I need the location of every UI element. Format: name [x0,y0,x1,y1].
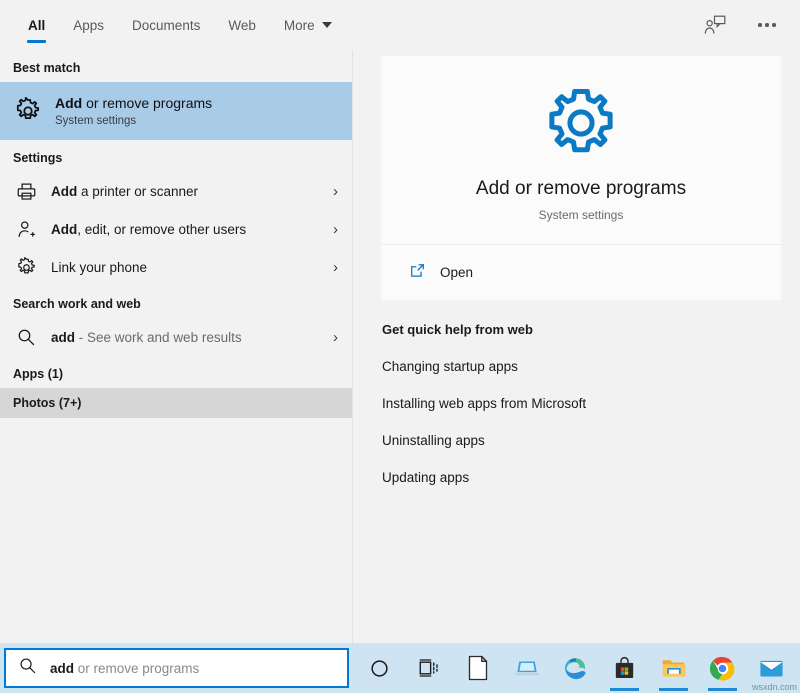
quick-help-title: Get quick help from web [381,322,781,337]
tab-documents[interactable]: Documents [118,0,214,50]
file-explorer-icon[interactable] [649,643,698,693]
result-item-title: Add or remove programs [55,95,212,113]
result-item-add-or-remove-programs[interactable]: Add or remove programs System settings [0,82,352,140]
match-text: Add [51,222,77,237]
taskbar-items [355,643,796,693]
taskbar: add or remove programs [0,643,800,693]
tab-web-label: Web [228,18,256,33]
result-item-label: Add, edit, or remove other users [51,222,246,237]
tab-apps[interactable]: Apps [59,0,118,50]
edge-icon[interactable] [551,643,600,693]
chevron-right-icon[interactable]: › [333,330,342,345]
chrome-icon[interactable] [698,643,747,693]
result-item-add-edit-remove-users[interactable]: Add, edit, or remove other users › [0,210,352,248]
preview-card: Add or remove programs System settings O… [381,56,781,300]
match-text: add [51,330,75,345]
search-tabs: All Apps Documents Web More [0,0,346,50]
open-button[interactable]: Open [381,245,781,300]
gear-icon [13,254,39,280]
chevron-down-icon [322,22,332,28]
chevron-right-icon[interactable]: › [333,184,342,199]
ellipsis-icon[interactable] [752,10,782,40]
chevron-right-icon[interactable]: › [333,260,342,275]
search-results-window: All Apps Documents Web More [0,0,800,693]
result-item-add-printer-or-scanner[interactable]: Add a printer or scanner › [0,172,352,210]
group-label-photos[interactable]: Photos (7+) [0,388,352,418]
result-item-text: Add or remove programs System settings [55,95,212,127]
search-input[interactable]: add or remove programs [4,648,349,688]
tab-more[interactable]: More [270,0,346,50]
result-item-title-rest: or remove programs [82,95,212,111]
results-pane: Best match Add or remove programs System… [0,50,353,643]
match-text: Add [51,184,77,199]
search-icon [13,324,39,350]
group-label-settings: Settings [0,140,352,172]
group-label-search-work-and-web: Search work and web [0,286,352,318]
search-typed-text: add [50,661,74,676]
help-link-installing-web-apps[interactable]: Installing web apps from Microsoft [381,396,781,411]
tab-more-label: More [284,18,315,33]
help-link-changing-startup-apps[interactable]: Changing startup apps [381,359,781,374]
result-item-subtitle: System settings [55,115,212,127]
libreoffice-icon[interactable] [453,643,502,693]
search-input-text: add or remove programs [50,661,199,676]
preview-subtitle: System settings [381,208,781,222]
group-label-apps: Apps (1) [0,356,352,388]
result-item-label: Add a printer or scanner [51,184,198,199]
chevron-right-icon[interactable]: › [333,222,342,237]
tab-all-label: All [28,18,45,33]
preview-hero: Add or remove programs System settings [381,56,781,245]
tab-documents-label: Documents [132,18,200,33]
preview-title: Add or remove programs [381,178,781,200]
gear-icon [13,96,43,126]
result-item-label: Link your phone [51,260,147,275]
rest-text: - See work and web results [75,330,242,345]
open-button-label: Open [440,265,473,280]
search-icon [18,656,37,680]
result-item-link-your-phone[interactable]: Link your phone › [0,248,352,286]
result-item-title-match: Add [55,95,82,111]
remote-desktop-icon[interactable] [502,643,551,693]
preview-pane: Add or remove programs System settings O… [354,50,800,643]
feedback-person-icon[interactable] [700,10,730,40]
search-header: All Apps Documents Web More [0,0,800,50]
microsoft-store-icon[interactable] [600,643,649,693]
rest-text: a printer or scanner [77,184,198,199]
task-view-icon[interactable] [404,643,453,693]
help-link-uninstalling-apps[interactable]: Uninstalling apps [381,433,781,448]
help-link-updating-apps[interactable]: Updating apps [381,470,781,485]
search-body: Best match Add or remove programs System… [0,50,800,643]
tab-web[interactable]: Web [214,0,270,50]
external-link-icon [409,262,426,284]
cortana-icon[interactable] [355,643,404,693]
printer-icon [13,178,39,204]
result-item-web-search[interactable]: add - See work and web results › [0,318,352,356]
group-label-best-match: Best match [0,50,352,82]
tab-apps-label: Apps [73,18,104,33]
rest-text: Link your phone [51,260,147,275]
result-item-label: add - See work and web results [51,330,242,345]
header-actions [700,0,800,50]
quick-help-section: Get quick help from web Changing startup… [381,322,781,485]
rest-text: , edit, or remove other users [77,222,246,237]
person-add-icon [13,216,39,242]
gear-icon [381,84,781,162]
watermark: wsxdn.com [752,682,797,692]
tab-all[interactable]: All [14,0,59,50]
search-suggestion-text: or remove programs [74,661,199,676]
